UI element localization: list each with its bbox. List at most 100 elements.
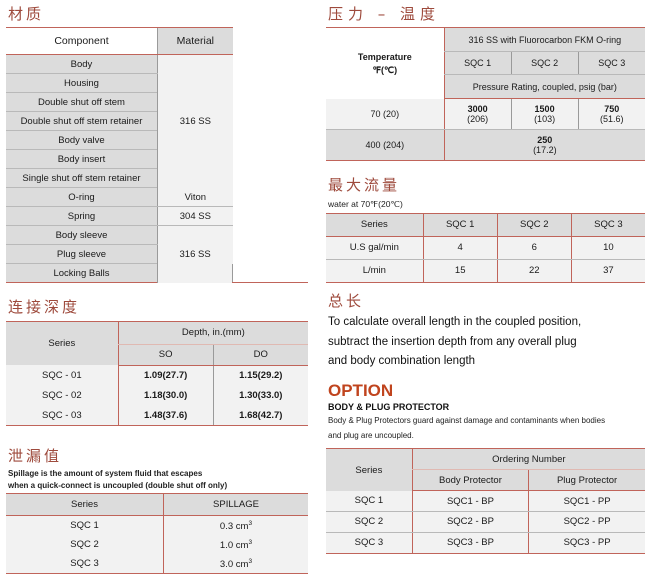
- table-row: SQC 3 SQC3 - BP SQC3 - PP: [326, 532, 645, 554]
- cell-series: SQC 3: [326, 532, 413, 554]
- overall-length-line2: subtract the insertion depth from any ov…: [328, 335, 577, 348]
- left-column: 材质 Component Material Body 316 SS Housin…: [0, 0, 320, 582]
- cell-component: Double shut off stem: [6, 92, 158, 113]
- cell-material-group-3: 304 SS: [156, 206, 233, 227]
- table-header-row: Series SQC 1 SQC 2 SQC 3: [326, 212, 645, 237]
- table-row: Locking Balls: [6, 263, 308, 284]
- cell-material-group-4: 316 SS: [156, 225, 233, 283]
- depth-section-title: 连接深度: [8, 298, 81, 317]
- cell-component: Body: [6, 54, 158, 75]
- pressure-col-sqc3: SQC 3: [577, 51, 645, 76]
- flow-col-series: Series: [326, 212, 424, 237]
- cell-material-group-1: 316 SS: [156, 54, 233, 188]
- depth-col-series: Series: [6, 320, 119, 365]
- option-subtitle: BODY & PLUG PROTECTOR: [328, 402, 450, 413]
- cell-spillage-value: 3.0 cm3: [163, 554, 308, 575]
- table-row: SQC 1 0.3 cm3: [6, 515, 308, 536]
- table-row: Body valve: [6, 130, 308, 151]
- flow-col-sqc1: SQC 1: [422, 212, 498, 237]
- order-col-body-protector: Body Protector: [411, 469, 529, 492]
- option-description-line2: and plug are uncoupled.: [328, 430, 414, 440]
- table-row: SQC 1 SQC1 - BP SQC1 - PP: [326, 490, 645, 512]
- pressure-bar-value: (17.2): [533, 145, 557, 156]
- cell-component: Spring: [6, 206, 158, 227]
- pressure-temperature-table: Temperature ℉(℃) 316 SS with Fluorocarbo…: [326, 27, 645, 162]
- pressure-psig-value: 3000: [467, 104, 488, 115]
- cell-flow-value: 10: [570, 236, 645, 260]
- cell-series: SQC 2: [6, 535, 164, 555]
- cell-series: SQC - 03: [6, 405, 119, 426]
- cell-component: O-ring: [6, 187, 158, 208]
- cell-component: Single shut off stem retainer: [6, 168, 158, 189]
- material-col-material: Material: [156, 27, 233, 56]
- material-table: Component Material Body 316 SS Housing D…: [6, 27, 308, 284]
- depth-col-depth: Depth, in.(mm): [117, 320, 308, 345]
- table-row: 70 (20) 3000 (206) 1500 (103) 750 (51.6): [326, 98, 645, 131]
- cell-flow-label: U.S gal/min: [326, 236, 424, 260]
- pressure-bar-value: (206): [467, 114, 489, 125]
- cell-series: SQC 2: [326, 511, 413, 533]
- overall-length-line3: and body combination length: [328, 355, 476, 368]
- cell-plug-protector: SQC2 - PP: [528, 511, 645, 533]
- cell-component: Body sleeve: [6, 225, 158, 246]
- table-row: Body insert: [6, 149, 308, 170]
- cell-plug-protector: SQC1 - PP: [528, 490, 645, 512]
- order-col-ordering-number: Ordering Number: [411, 448, 645, 471]
- spillage-unit-exponent: 3: [248, 557, 253, 565]
- pressure-bar-value: (103): [534, 114, 556, 125]
- flow-col-sqc2: SQC 2: [496, 212, 572, 237]
- table-header-row: Component Material: [6, 27, 308, 56]
- cell-flow-value: 15: [422, 259, 498, 283]
- table-header-row: Series SPILLAGE: [6, 493, 308, 517]
- spillage-note-line1: Spillage is the amount of system fluid t…: [8, 469, 203, 479]
- spillage-unit-exponent: 3: [248, 519, 253, 527]
- spillage-value-text: 1.0 cm: [219, 539, 249, 551]
- material-col-component: Component: [6, 27, 158, 56]
- cell-series: SQC 1: [326, 490, 413, 512]
- table-row: SQC - 01 1.09(27.7) 1.15(29.2): [6, 365, 308, 385]
- flow-section-title: 最大流量: [328, 176, 401, 195]
- cell-component: Double shut off stem retainer: [6, 111, 158, 132]
- spillage-unit-exponent: 3: [248, 538, 253, 546]
- pressure-rating-header: Pressure Rating, coupled, psig (bar): [443, 74, 645, 100]
- cell-component: Locking Balls: [6, 263, 158, 284]
- temp-label-line2: ℉(℃): [372, 64, 398, 75]
- overall-length-section-title: 总长: [328, 291, 365, 310]
- cell-component: Body insert: [6, 149, 158, 170]
- overall-length-line1: To calculate overall length in the coupl…: [328, 315, 582, 328]
- table-row: Double shut off stem: [6, 92, 308, 113]
- table-row: Single shut off stem retainer: [6, 168, 308, 189]
- order-col-series: Series: [326, 448, 413, 491]
- table-row: O-ring Viton: [6, 187, 308, 208]
- cell-component: Body valve: [6, 130, 158, 151]
- table-header-row: Series Depth, in.(mm): [6, 320, 308, 365]
- max-flow-table: Series SQC 1 SQC 2 SQC 3 U.S gal/min 4 6…: [326, 212, 645, 283]
- table-header-row: Series Ordering Number: [326, 448, 645, 491]
- cell-series: SQC 3: [6, 554, 164, 575]
- table-row: 400 (204) 250 (17.2): [326, 129, 645, 162]
- cell-so: 1.48(37.6): [117, 405, 214, 426]
- cell-spillage-value: 0.3 cm3: [163, 515, 308, 536]
- table-row: Body 316 SS: [6, 54, 308, 188]
- option-description-line1: Body & Plug Protectors guard against dam…: [328, 416, 606, 426]
- spillage-col-spillage: SPILLAGE: [163, 493, 308, 517]
- cell-series: SQC - 01: [6, 365, 119, 385]
- pressure-psig-value: 250: [537, 135, 553, 146]
- cell-so: 1.18(30.0): [117, 385, 214, 405]
- depth-col-so: SO: [117, 344, 214, 366]
- spillage-table: Series SPILLAGE SQC 1 0.3 cm3 SQC 2 1.0 …: [6, 493, 308, 575]
- cell-series: SQC - 02: [6, 385, 119, 405]
- table-row: L/min 15 22 37: [326, 259, 645, 283]
- option-section-title: OPTION: [328, 381, 394, 401]
- right-column: 压力 – 温度 Temperature ℉(℃) 316 SS with Flu…: [320, 0, 653, 582]
- cell-flow-value: 6: [496, 236, 572, 260]
- cell-material-group-2: Viton: [156, 187, 233, 208]
- depth-table: Series Depth, in.(mm) SO DO SQC - 01 1.0…: [6, 320, 308, 427]
- cell-do: 1.68(42.7): [212, 405, 308, 426]
- pressure-temperature-label: Temperature ℉(℃): [326, 27, 445, 99]
- pressure-material-header: 316 SS with Fluorocarbon FKM O-ring: [443, 27, 645, 53]
- pressure-section-title: 压力 – 温度: [328, 5, 441, 23]
- table-row: SQC - 03 1.48(37.6) 1.68(42.7): [6, 405, 308, 426]
- pressure-psig-value: 1500: [534, 104, 555, 115]
- cell-spillage-value: 1.0 cm3: [163, 535, 308, 555]
